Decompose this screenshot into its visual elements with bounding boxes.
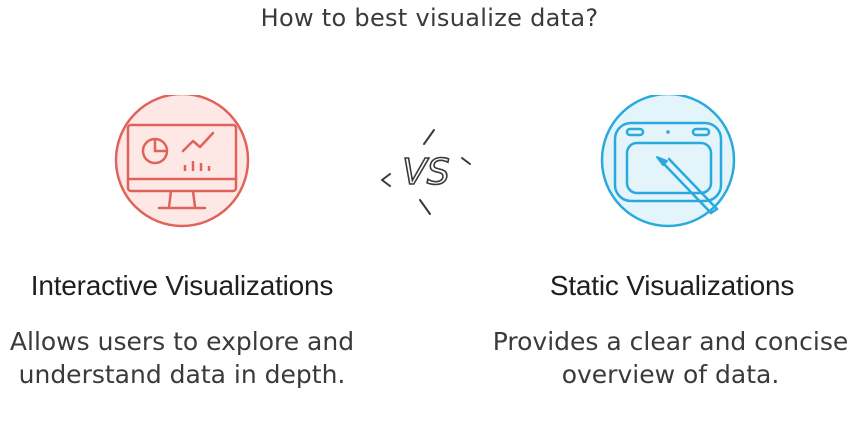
diagram-title: How to best visualize data? — [260, 4, 599, 32]
interactive-option-icon — [97, 92, 267, 265]
vs-label: VS — [402, 152, 449, 193]
static-description: Provides a clear and concise overview of… — [492, 327, 849, 389]
vs-icon: VS — [381, 129, 471, 215]
drawing-tablet-icon — [600, 92, 736, 228]
interactive-title: Interactive Visualizations — [30, 270, 334, 301]
interactive-description: Allows users to explore and understand d… — [9, 327, 355, 389]
static-title: Static Visualizations — [549, 270, 795, 301]
vs-separator: VS — [376, 122, 476, 222]
monitor-chart-icon — [114, 92, 250, 228]
static-option-icon — [583, 92, 753, 265]
